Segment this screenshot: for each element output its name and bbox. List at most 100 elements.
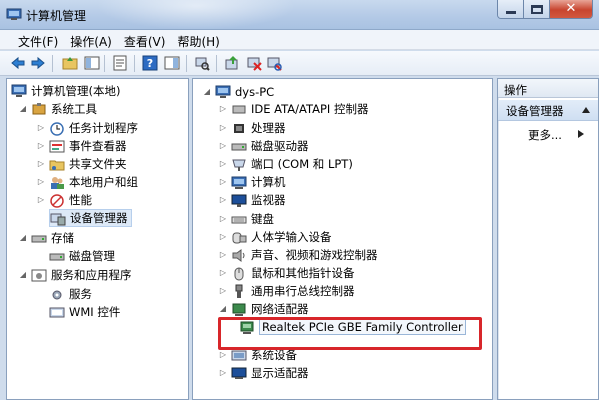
update-driver-icon[interactable] — [224, 55, 240, 71]
expand-arrow-icon[interactable]: ▷ — [37, 196, 45, 204]
tree-item-label: 设备管理器 — [70, 211, 128, 225]
tree-root[interactable]: 计算机管理(本地) — [11, 82, 120, 100]
toolbar-separator — [134, 55, 135, 72]
expand-arrow-icon[interactable]: ▷ — [219, 160, 227, 168]
tree-item-services-apps[interactable]: ◢ 服务和应用程序 — [19, 266, 132, 284]
collapse-arrow-icon[interactable]: ◢ — [19, 105, 27, 113]
tree-item-local-users[interactable]: ▷ 本地用户和组 — [37, 173, 138, 191]
users-icon — [51, 176, 64, 189]
expand-arrow-icon[interactable]: ▷ — [37, 160, 45, 168]
menu-action[interactable]: 操作(A) — [64, 30, 118, 49]
services-apps-icon — [31, 269, 47, 281]
tree-item-shared-folders[interactable]: ▷ 共享文件夹 — [37, 155, 127, 173]
show-hide-tree-icon[interactable] — [84, 55, 100, 71]
device-category-usb[interactable]: ▷ 通用串行总线控制器 — [219, 282, 355, 300]
keyboard-icon — [231, 216, 247, 223]
expand-arrow-icon[interactable]: ▷ — [219, 105, 227, 113]
collapse-up-icon[interactable] — [582, 107, 590, 113]
menu-help[interactable]: 帮助(H) — [171, 30, 225, 49]
tree-item-computer-root[interactable]: ◢ dys-PC — [203, 83, 274, 101]
device-category-mice[interactable]: ▷ 鼠标和其他指针设备 — [219, 264, 355, 282]
disable-device-icon[interactable] — [266, 55, 282, 71]
uninstall-device-icon[interactable] — [246, 55, 262, 71]
device-category-label: 计算机 — [251, 175, 286, 189]
tree-item-wmi-control[interactable]: WMI 控件 — [49, 303, 120, 321]
device-category-label: 端口 (COM 和 LPT) — [251, 157, 353, 171]
device-category-display[interactable]: ▷ 显示适配器 — [219, 364, 309, 382]
expand-arrow-icon[interactable]: ▷ — [219, 178, 227, 186]
device-category-computer[interactable]: ▷ 计算机 — [219, 173, 286, 191]
help-icon[interactable]: ? — [142, 55, 158, 71]
toolbar: ? — [0, 51, 599, 76]
shared-folder-icon — [49, 160, 65, 170]
up-folder-icon[interactable] — [62, 55, 78, 71]
expand-arrow-icon[interactable]: ▷ — [219, 269, 227, 277]
tree-item-device-manager[interactable]: 设备管理器 — [49, 209, 132, 227]
properties-icon[interactable] — [112, 55, 128, 71]
expand-arrow-icon[interactable]: ▷ — [219, 124, 227, 132]
expand-arrow-icon[interactable]: ▷ — [219, 287, 227, 295]
expand-arrow-icon[interactable]: ▷ — [219, 196, 227, 204]
device-category-ports[interactable]: ▷ 端口 (COM 和 LPT) — [219, 155, 353, 173]
expand-arrow-icon[interactable]: ▷ — [37, 178, 45, 186]
show-action-pane-icon[interactable] — [164, 55, 180, 71]
device-category-keyboards[interactable]: ▷ 键盘 — [219, 210, 274, 228]
expand-arrow-icon[interactable]: ▷ — [219, 233, 227, 241]
expand-arrow-icon[interactable]: ▷ — [219, 351, 227, 359]
device-category-monitors[interactable]: ▷ 监视器 — [219, 191, 286, 209]
device-category-ide[interactable]: ▷ IDE ATA/ATAPI 控制器 — [219, 100, 369, 118]
action-section-header[interactable]: 设备管理器 — [498, 100, 598, 121]
hid-icon — [232, 232, 247, 243]
expand-arrow-icon[interactable]: ▷ — [219, 251, 227, 259]
tree-item-storage[interactable]: ◢ 存储 — [19, 229, 74, 247]
expand-arrow-icon[interactable]: ▷ — [37, 142, 45, 150]
device-category-network[interactable]: ◢ 网络适配器 — [219, 300, 309, 318]
disk-management-icon — [49, 253, 65, 260]
more-actions-link[interactable]: 更多... — [528, 127, 584, 143]
title-bar: 计算机管理 ✕ — [0, 0, 599, 30]
highlight-box — [218, 317, 482, 350]
tree-item-label: 系统工具 — [51, 102, 97, 116]
window-title: 计算机管理 — [26, 9, 87, 23]
expand-arrow-icon[interactable]: ▷ — [219, 142, 227, 150]
expand-arrow-icon[interactable]: ▷ — [219, 215, 227, 223]
tree-item-performance[interactable]: ▷ 性能 — [37, 191, 92, 209]
submenu-arrow-icon — [578, 130, 584, 138]
device-category-label: 处理器 — [251, 121, 286, 135]
tree-item-task-scheduler[interactable]: ▷ 任务计划程序 — [37, 119, 138, 137]
device-category-hid[interactable]: ▷ 人体学输入设备 — [219, 228, 332, 246]
system-tools-icon — [32, 102, 46, 114]
tree-item-label: 磁盘管理 — [69, 249, 115, 263]
scan-hardware-icon[interactable] — [194, 55, 210, 71]
tree-item-system-tools[interactable]: ◢ 系统工具 — [19, 100, 97, 118]
collapse-arrow-icon[interactable]: ◢ — [19, 271, 27, 279]
disk-drive-icon — [231, 143, 247, 150]
device-category-label: 网络适配器 — [251, 302, 309, 316]
expand-arrow-icon[interactable]: ▷ — [37, 124, 45, 132]
tree-item-disk-management[interactable]: 磁盘管理 — [49, 247, 115, 265]
menu-view[interactable]: 查看(V) — [118, 30, 172, 49]
collapse-arrow-icon[interactable]: ◢ — [203, 88, 211, 96]
maximize-button[interactable] — [524, 0, 550, 18]
usb-icon — [235, 284, 243, 298]
action-pane: 操作 设备管理器 更多... — [497, 78, 599, 400]
wmi-icon — [49, 307, 65, 317]
device-category-label: 鼠标和其他指针设备 — [251, 266, 355, 280]
collapse-arrow-icon[interactable]: ◢ — [19, 234, 27, 242]
close-button[interactable]: ✕ — [550, 0, 592, 18]
device-category-processor[interactable]: ▷ 处理器 — [219, 119, 286, 137]
forward-arrow-icon[interactable] — [30, 55, 46, 71]
tree-item-label: 任务计划程序 — [69, 121, 138, 135]
tree-item-services[interactable]: 服务 — [49, 285, 92, 303]
device-category-sound[interactable]: ▷ 声音、视频和游戏控制器 — [219, 246, 378, 264]
collapse-arrow-icon[interactable]: ◢ — [219, 305, 227, 313]
port-icon — [232, 159, 246, 171]
menu-file[interactable]: 文件(F) — [12, 30, 64, 49]
minimize-button[interactable] — [498, 0, 524, 18]
tree-item-event-viewer[interactable]: ▷ 事件查看器 — [37, 137, 127, 155]
device-category-disk-drives[interactable]: ▷ 磁盘驱动器 — [219, 137, 309, 155]
tree-item-label: 存储 — [51, 231, 74, 245]
processor-icon — [234, 123, 244, 133]
back-arrow-icon[interactable] — [10, 55, 26, 71]
expand-arrow-icon[interactable]: ▷ — [219, 369, 227, 377]
